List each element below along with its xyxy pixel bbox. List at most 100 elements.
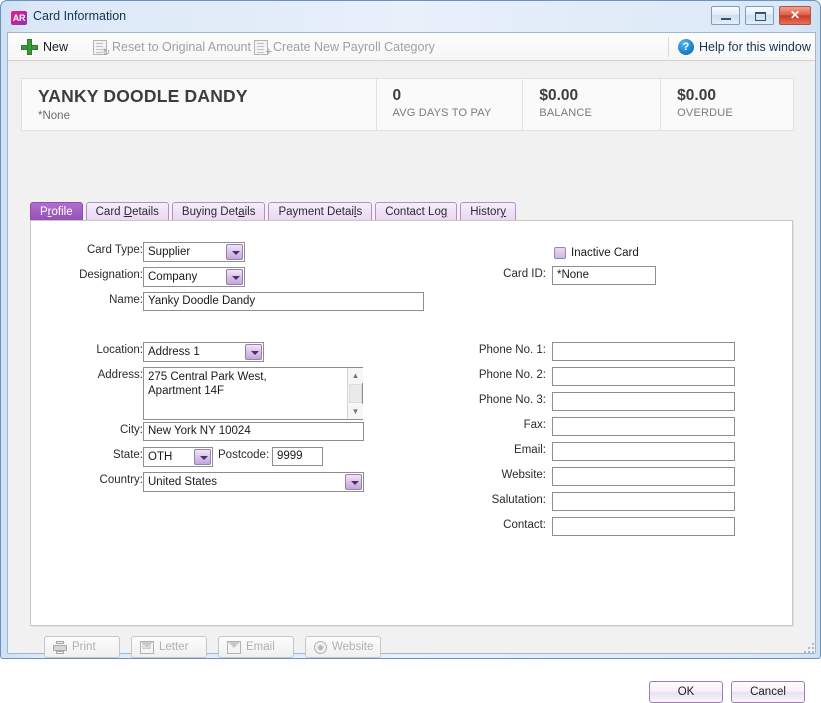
resize-grip[interactable] xyxy=(804,643,816,655)
designation-select[interactable]: Company xyxy=(143,267,245,287)
new-button[interactable]: New xyxy=(21,33,68,61)
email-label-row: Email: xyxy=(438,444,546,456)
salutation-input[interactable] xyxy=(552,492,735,511)
state-label: State: xyxy=(112,449,143,461)
print-button-label: Print xyxy=(72,641,96,653)
help-button-label: Help for this window xyxy=(699,39,811,54)
tab-payment-details[interactable]: Payment Details xyxy=(268,202,373,221)
country-select[interactable]: United States xyxy=(143,472,364,492)
email-button[interactable]: Email xyxy=(218,636,294,658)
tab-card-details[interactable]: Card Details xyxy=(85,202,169,221)
create-new-payroll-category-button[interactable]: Create New Payroll Category xyxy=(254,33,435,61)
phone1-input[interactable] xyxy=(552,342,735,361)
inactive-card-checkbox[interactable] xyxy=(554,247,566,259)
postcode-label-row: Postcode: xyxy=(218,449,269,461)
city-label-row: City: xyxy=(30,424,143,436)
chevron-down-icon[interactable] xyxy=(226,269,243,285)
maximize-icon xyxy=(755,12,766,21)
website-button-label: Website xyxy=(332,641,374,653)
printer-icon xyxy=(53,640,67,654)
stat-label: AVG DAYS TO PAY xyxy=(392,107,492,119)
state-select[interactable]: OTH xyxy=(143,447,213,467)
stat-overdue: $0.00 OVERDUE xyxy=(661,79,793,130)
card-type-select[interactable]: Supplier xyxy=(143,242,245,262)
address-textarea[interactable]: 275 Central Park West, Apartment 14F ▲ ▼ xyxy=(143,367,363,420)
scroll-down-icon[interactable]: ▼ xyxy=(348,404,363,419)
phone3-input[interactable] xyxy=(552,392,735,411)
tab-profile[interactable]: Profile xyxy=(30,202,83,221)
card-id-label: Card ID: xyxy=(503,268,546,280)
tab-history[interactable]: History xyxy=(460,202,517,221)
stat-value: 0 xyxy=(392,87,402,104)
stat-value: $0.00 xyxy=(539,87,579,104)
help-button[interactable]: ? Help for this window xyxy=(678,33,811,61)
tab-label-pre: P xyxy=(40,206,48,218)
tab-label-mnemonic: g xyxy=(440,206,448,218)
tab-contact-log[interactable]: Contact Log xyxy=(375,202,458,221)
plus-icon xyxy=(21,39,38,55)
cancel-button[interactable]: Cancel xyxy=(731,681,805,703)
fax-label-row: Fax: xyxy=(438,419,546,431)
ok-button[interactable]: OK xyxy=(649,681,723,703)
salutation-label: Salutation: xyxy=(491,494,546,506)
location-label-row: Location: xyxy=(30,344,143,356)
chevron-down-icon[interactable] xyxy=(345,474,362,490)
email-button-label: Email xyxy=(246,641,275,653)
minimize-icon xyxy=(721,18,731,20)
new-document-icon xyxy=(254,39,272,58)
reset-to-original-amount-button[interactable]: Reset to Original Amount xyxy=(93,33,251,61)
chevron-down-icon[interactable] xyxy=(226,244,243,260)
country-label-row: Country: xyxy=(30,474,143,486)
scroll-up-icon[interactable]: ▲ xyxy=(348,368,363,383)
website-input[interactable] xyxy=(552,467,735,486)
phone2-label-row: Phone No. 2: xyxy=(438,369,546,381)
phone1-label-row: Phone No. 1: xyxy=(438,344,546,356)
print-button[interactable]: Print xyxy=(44,636,120,658)
card-type-value: Supplier xyxy=(148,246,191,258)
minimize-button[interactable] xyxy=(711,6,740,25)
reset-button-label: Reset to Original Amount xyxy=(112,39,251,54)
card-id-input[interactable]: *None xyxy=(552,266,656,285)
phone2-input[interactable] xyxy=(552,367,735,386)
contact-input[interactable] xyxy=(552,517,735,536)
chevron-down-icon[interactable] xyxy=(194,449,211,465)
city-input[interactable]: New York NY 10024 xyxy=(143,422,364,441)
letter-button[interactable]: Letter xyxy=(131,636,207,658)
website-label: Website: xyxy=(501,469,546,481)
stat-label: BALANCE xyxy=(539,107,593,119)
location-select[interactable]: Address 1 xyxy=(143,342,264,362)
card-information-window: AR Card Information ✕ New Reset to Origi… xyxy=(0,0,821,703)
designation-label: Designation: xyxy=(79,269,143,281)
name-input[interactable]: Yanky Doodle Dandy xyxy=(143,292,424,311)
email-input[interactable] xyxy=(552,442,735,461)
fax-input[interactable] xyxy=(552,417,735,436)
close-button[interactable]: ✕ xyxy=(779,6,811,25)
window-body: YANKY DOODLE DANDY *None 0 AVG DAYS TO P… xyxy=(8,61,815,703)
new-button-label: New xyxy=(43,39,69,54)
envelope-icon xyxy=(227,640,241,654)
inactive-card-checkbox-row[interactable]: Inactive Card xyxy=(554,247,639,259)
letter-button-label: Letter xyxy=(159,641,189,653)
card-id-label-row: Card ID: xyxy=(438,268,546,280)
tab-label-post: ofile xyxy=(51,206,73,218)
card-type-label-row: Card Type: xyxy=(30,244,143,256)
state-value: OTH xyxy=(148,451,173,463)
address-scrollbar[interactable]: ▲ ▼ xyxy=(347,368,363,419)
tab-label-pre: Histor xyxy=(470,206,501,218)
tab-label-post: ils xyxy=(244,206,256,218)
tab-label-pre: Buying Det xyxy=(181,206,239,218)
chevron-down-icon[interactable] xyxy=(245,344,262,360)
designation-value: Company xyxy=(148,271,198,283)
stat-balance: $0.00 BALANCE xyxy=(523,79,660,130)
scrollbar-thumb[interactable] xyxy=(349,384,362,403)
tab-label-pre: Card xyxy=(95,206,124,218)
toolbar-divider xyxy=(668,37,669,57)
contact-label-row: Contact: xyxy=(438,519,546,531)
tab-buying-details[interactable]: Buying Details xyxy=(171,202,266,221)
postcode-input[interactable]: 9999 xyxy=(272,447,323,466)
address-label: Address: xyxy=(97,369,143,381)
website-button[interactable]: ✹ Website xyxy=(305,636,381,658)
city-label: City: xyxy=(120,424,143,436)
toolbar: New Reset to Original Amount Create New … xyxy=(8,33,815,61)
maximize-button[interactable] xyxy=(745,6,774,25)
